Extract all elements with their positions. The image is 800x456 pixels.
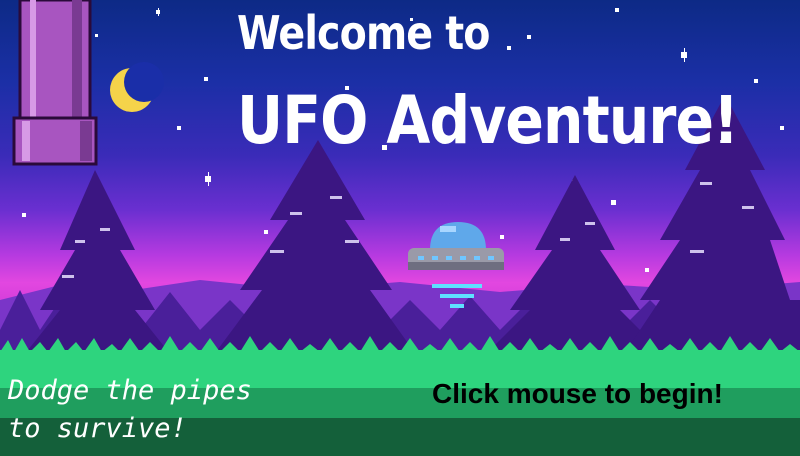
instructions-line-1: Dodge the pipes bbox=[8, 375, 252, 406]
instructions-text: Dodge the pipes to survive! bbox=[8, 372, 252, 448]
pipe-obstacle bbox=[12, 0, 98, 166]
title-line-1: Welcome to bbox=[237, 6, 490, 60]
moon-icon bbox=[110, 62, 164, 112]
game-canvas[interactable]: Welcome to UFO Adventure! Dodge the pipe… bbox=[0, 0, 800, 456]
game-title: UFO Adventure! bbox=[237, 82, 739, 159]
start-prompt[interactable]: Click mouse to begin! bbox=[432, 378, 723, 410]
instructions-line-2: to survive! bbox=[8, 413, 187, 444]
